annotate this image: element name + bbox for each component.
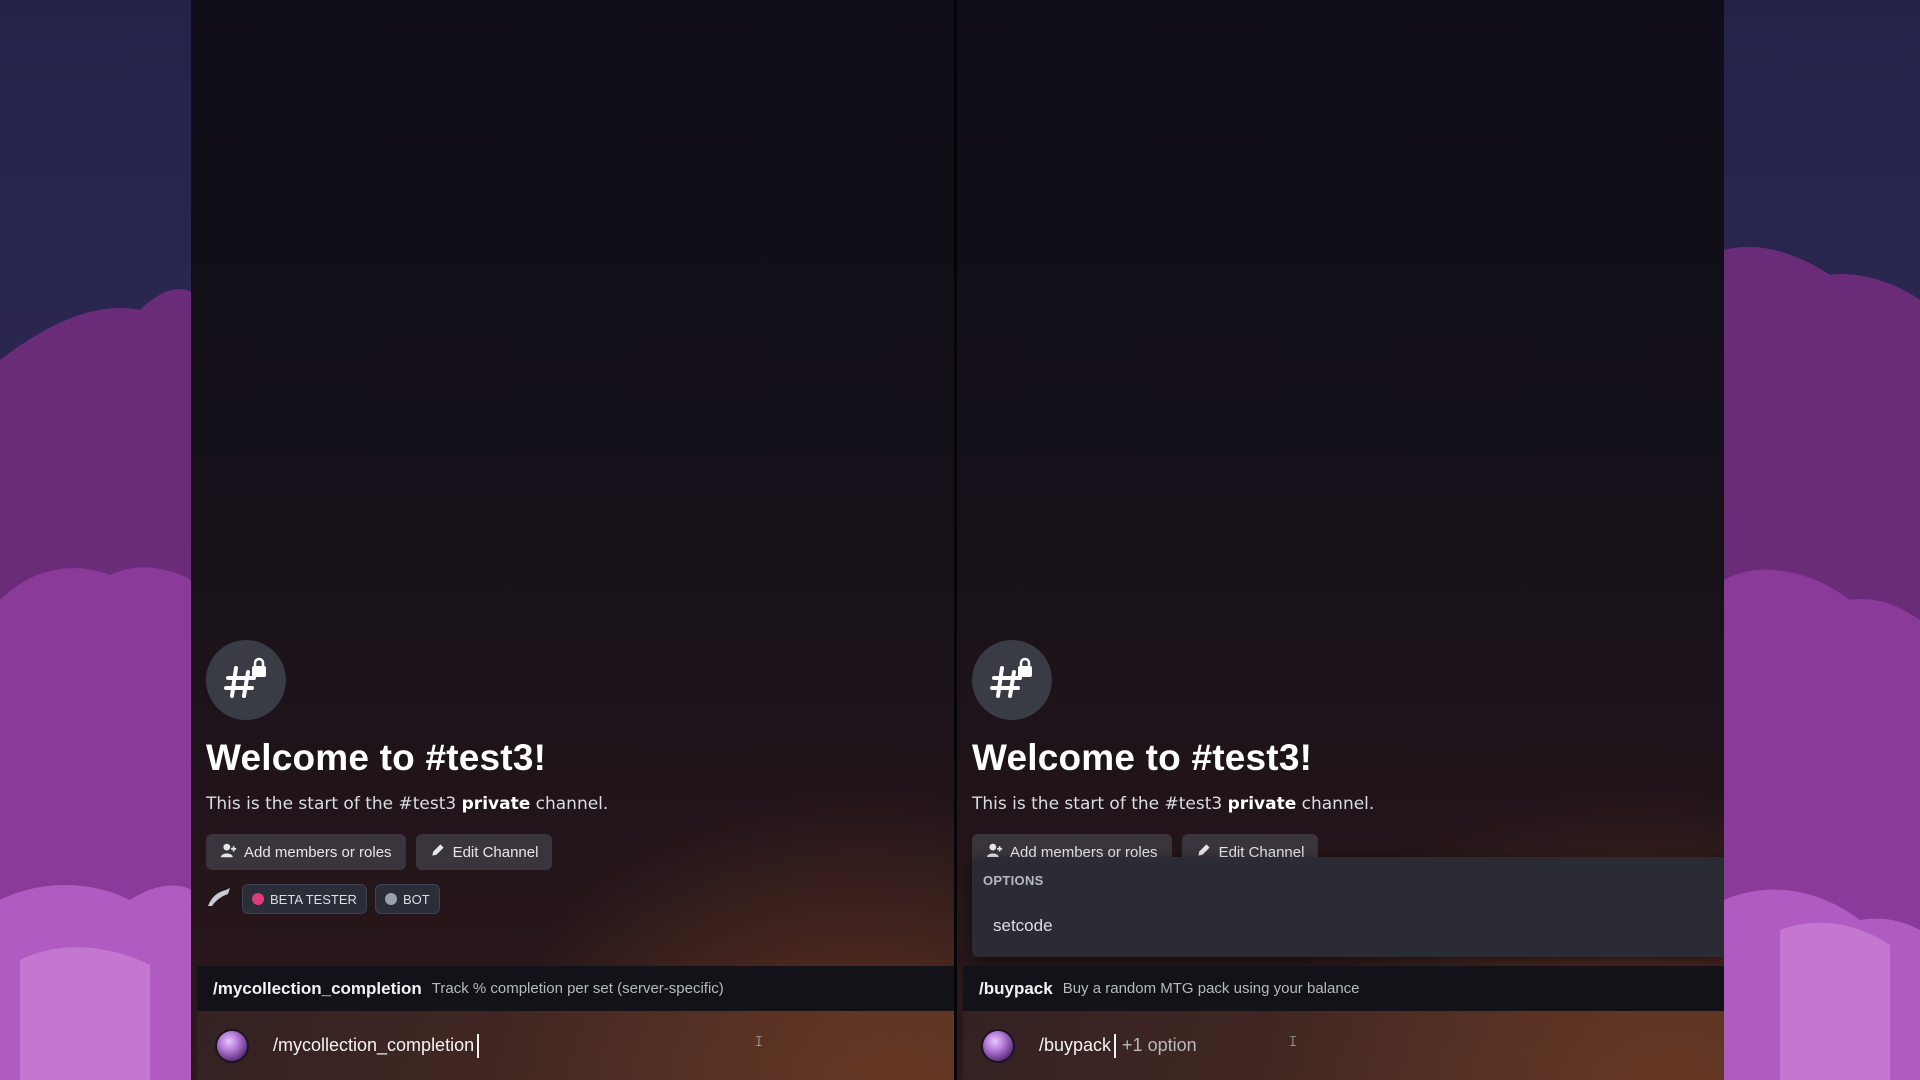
channel-actions: Add members or roles Edit Channel — [206, 834, 926, 870]
command-suggestion[interactable]: /buypack Buy a random MTG pack using you… — [963, 966, 1724, 1011]
command-suggestion[interactable]: /mycollection_completion Track % complet… — [197, 966, 954, 1011]
add-members-label: Add members or roles — [244, 843, 392, 861]
i-beam-cursor-icon: 𝙸 — [1288, 1033, 1298, 1049]
desc-private: private — [1227, 794, 1297, 814]
add-person-icon — [220, 842, 237, 863]
left-chat-pane: Welcome to #test3! This is the start of … — [191, 0, 954, 1080]
edit-channel-button[interactable]: Edit Channel — [415, 834, 553, 870]
badge-label: BETA TESTER — [270, 891, 357, 907]
pencil-icon — [430, 842, 446, 862]
desc-suffix: channel. — [530, 794, 609, 814]
bot-badges-row: BETA TESTER BOT — [206, 884, 440, 914]
welcome-description: This is the start of the #test3 private … — [972, 792, 1692, 816]
input-value: /buypack — [1039, 1035, 1112, 1055]
desc-suffix: channel. — [1296, 794, 1375, 814]
welcome-title: Welcome to #test3! — [206, 737, 547, 778]
message-input[interactable]: /buypack +1 option 𝙸 — [963, 1011, 1724, 1080]
suggestion-command: /mycollection_completion — [213, 978, 422, 998]
suggestion-description: Buy a random MTG pack using your balance — [1062, 980, 1360, 997]
welcome-description: This is the start of the #test3 private … — [206, 792, 926, 816]
edit-channel-label: Edit Channel — [452, 843, 539, 861]
channel-welcome: Welcome to #test3! This is the start of … — [972, 640, 1692, 870]
bot-badge: BOT — [374, 884, 440, 914]
bot-avatar — [983, 1030, 1013, 1061]
message-input[interactable]: /mycollection_completion 𝙸 — [197, 1011, 954, 1080]
hashtag-lock-icon — [972, 640, 1052, 720]
add-members-button[interactable]: Add members or roles — [206, 834, 406, 870]
beta-tester-badge: BETA TESTER — [242, 884, 367, 914]
bot-avatar — [217, 1030, 247, 1061]
text-caret — [477, 1033, 480, 1058]
desc-private: private — [461, 794, 531, 814]
badge-dot — [252, 893, 264, 905]
input-value-wrap: /mycollection_completion — [273, 1033, 480, 1058]
badge-dot — [384, 893, 397, 905]
desc-prefix: This is the start of the #test3 — [206, 794, 462, 814]
command-options-popup: OPTIONS setcode — [972, 857, 1724, 957]
i-beam-cursor-icon: 𝙸 — [754, 1033, 764, 1049]
suggestion-description: Track % completion per set (server-speci… — [431, 980, 724, 997]
input-value: /mycollection_completion — [273, 1035, 475, 1055]
right-chat-pane: Welcome to #test3! This is the start of … — [957, 0, 1724, 1080]
options-heading: OPTIONS — [983, 873, 1044, 888]
welcome-title: Welcome to #test3! — [972, 737, 1313, 778]
sparkle-icon — [206, 886, 234, 912]
text-caret — [1114, 1033, 1117, 1058]
desc-prefix: This is the start of the #test3 — [972, 794, 1228, 814]
option-hint: +1 option — [1122, 1035, 1197, 1055]
suggestion-command: /buypack — [979, 978, 1053, 998]
hashtag-lock-icon — [206, 640, 286, 720]
channel-welcome: Welcome to #test3! This is the start of … — [206, 640, 926, 870]
option-setcode[interactable]: setcode — [993, 916, 1053, 936]
badge-label: BOT — [402, 891, 430, 907]
input-value-wrap: /buypack +1 option — [1039, 1033, 1197, 1058]
